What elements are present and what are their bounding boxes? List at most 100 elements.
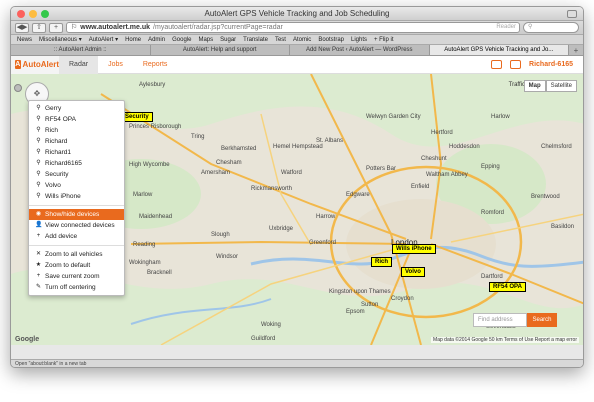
menu-item[interactable]: ⚲ Richard (29, 136, 124, 147)
vehicle-marker[interactable]: RF54 OPA (489, 282, 526, 292)
map-place-label: Reading (133, 242, 156, 248)
bookmark-item[interactable]: Sugar (220, 37, 236, 43)
bookmark-item[interactable]: AutoAlert ▾ (89, 36, 118, 43)
bookmark-item[interactable]: + Flip it (374, 37, 394, 43)
menu-item[interactable]: ⚲ RF54 OPA (29, 114, 124, 125)
map-place-label: Epping (481, 164, 500, 170)
nav-reports[interactable]: Reports (133, 56, 178, 74)
map-place-label: Chelmsford (541, 144, 572, 150)
autoalert-logo[interactable]: A AutoAlert (11, 55, 59, 74)
map-place-label: Epsom (346, 309, 365, 315)
map-place-label: Watford (281, 170, 302, 176)
search-icon: ⚲ (36, 193, 41, 199)
vehicle-marker[interactable]: Volvo (401, 267, 425, 277)
menu-divider (29, 245, 124, 246)
plus-icon: + (36, 233, 41, 239)
menu-item[interactable]: + Save current zoom (29, 271, 124, 282)
bookmarks-bar: News Miscellaneous ▾ AutoAlert ▾ Home Admin G… (11, 35, 583, 45)
map-place-label: Slough (211, 232, 230, 238)
browser-toolbar: ◀▶ ⇧ + ⚐ www.autoalert.me.uk /myautoaler… (11, 21, 583, 35)
zoom-icon[interactable] (41, 10, 49, 18)
menu-item[interactable]: ⚲ Richard1 (29, 147, 124, 158)
map-place-label: Hemel Hempstead (273, 144, 323, 150)
browser-search-field[interactable]: ⚲ (523, 22, 579, 33)
menu-item-label: Turn off centering (45, 284, 96, 291)
menu-item[interactable]: ⚲ Wills iPhone (29, 191, 124, 202)
menu-item[interactable]: ★ Zoom to default (29, 260, 124, 271)
bookmark-item[interactable]: Google (172, 37, 191, 43)
bookmark-item[interactable]: Miscellaneous ▾ (39, 36, 82, 43)
menu-item-label: Volvo (45, 182, 61, 189)
fullscreen-button[interactable] (567, 10, 577, 18)
search-icon: ⚲ (36, 182, 41, 188)
chat-icon[interactable] (491, 60, 503, 69)
bookmark-item[interactable]: Maps (198, 37, 213, 43)
bookmark-item[interactable]: News (17, 37, 32, 43)
menu-item[interactable]: ⚲ Gerry (29, 103, 124, 114)
map-place-label: Tring (191, 134, 205, 140)
menu-item-label: Wills iPhone (45, 193, 81, 200)
vehicle-marker[interactable]: Wills iPhone (392, 244, 436, 254)
menu-item-label: Security (45, 171, 69, 178)
map-place-label: Guildford (251, 336, 276, 342)
vehicle-marker[interactable]: Rich (371, 257, 393, 267)
map-place-label: Harlow (491, 114, 510, 120)
menu-item[interactable]: ⚲ Richard6165 (29, 158, 124, 169)
expand-icon: ✕ (35, 251, 42, 257)
title-bar: AutoAlert GPS Vehicle Tracking and Job S… (11, 7, 583, 21)
bookmark-item[interactable]: Admin (148, 37, 165, 43)
vehicle-marker[interactable]: Security (121, 112, 153, 122)
menu-item-label: Add device (45, 233, 78, 240)
menu-item[interactable]: ◉ Show/hide devices (29, 209, 124, 220)
close-icon[interactable] (17, 10, 25, 18)
menu-item-label: Gerry (45, 105, 62, 112)
vehicle-menu: ⚲ Gerry ⚲ RF54 OPA ⚲ Rich ⚲ Richard ⚲ Richard1 ⚲ Ri… (28, 100, 125, 296)
share-button[interactable]: ⇧ (32, 22, 46, 33)
browser-tab[interactable]: AutoAlert GPS Vehicle Tracking and Jo... (429, 45, 569, 55)
map-pin-icon[interactable] (14, 84, 22, 92)
menu-item-label: Richard6165 (45, 160, 82, 167)
browser-tab[interactable]: :: AutoAlert Admin :: (11, 45, 151, 55)
new-tab-button[interactable]: + (569, 45, 583, 55)
minimize-icon[interactable] (29, 10, 37, 18)
bookmark-item[interactable]: Bootstrap (318, 37, 344, 43)
add-button[interactable]: + (49, 22, 63, 33)
map-place-label: Kingston upon Thames (329, 289, 391, 295)
nav-radar[interactable]: Radar (59, 55, 99, 74)
browser-tab[interactable]: Add New Post ‹ AutoAlert — WordPress (290, 45, 430, 55)
bookmark-item[interactable]: Atomic (293, 37, 311, 43)
bookmark-item[interactable]: Home (125, 37, 141, 43)
map-place-label: Marlow (133, 192, 153, 198)
search-icon: ⚲ (36, 105, 41, 111)
map-attribution[interactable]: Map data ©2014 Google 50 km Terms of Use… (431, 337, 579, 343)
traffic-toggle[interactable]: Traffic (509, 82, 525, 88)
map-type-satellite[interactable]: Satellite (545, 80, 577, 92)
map-place-label: Potters Bar (366, 166, 397, 172)
nav-jobs[interactable]: Jobs (98, 56, 133, 74)
browser-tab[interactable]: AutoAlert: Help and support (151, 45, 290, 55)
bookmark-item[interactable]: Lights (351, 37, 367, 43)
menu-item[interactable]: + Add device (29, 231, 124, 242)
menu-item[interactable]: ✕ Zoom to all vehicles (29, 249, 124, 260)
map-place-label: Princes Risborough (129, 124, 182, 130)
menu-item[interactable]: ✎ Turn off centering (29, 282, 124, 293)
back-button[interactable]: ◀▶ (15, 22, 29, 33)
menu-item[interactable]: ⚲ Volvo (29, 180, 124, 191)
map-place-label: Rickmansworth (251, 186, 293, 192)
menu-item-label: Save current zoom (45, 273, 100, 280)
find-address: Find address Search (473, 313, 557, 327)
user-menu[interactable]: Richard-6165 (529, 61, 573, 68)
map-place-label: Hertford (431, 130, 453, 136)
bookmark-item[interactable]: Translate (243, 37, 268, 43)
bookmark-item[interactable]: Test (275, 37, 286, 43)
menu-item[interactable]: ⚲ Security (29, 169, 124, 180)
map-canvas[interactable]: ✥ Traffic Map Satellite London Aylesbury P… (11, 74, 583, 345)
menu-item[interactable]: ⚲ Rich (29, 125, 124, 136)
reader-button[interactable]: Reader (496, 23, 519, 32)
menu-item[interactable]: 👤 View connected devices (29, 220, 124, 231)
url-bar[interactable]: ⚐ www.autoalert.me.uk /myautoalert/radar… (66, 22, 520, 33)
map-type-map[interactable]: Map (523, 80, 546, 92)
message-icon[interactable] (510, 60, 522, 69)
find-address-input[interactable]: Find address (473, 313, 527, 327)
search-button[interactable]: Search (527, 313, 557, 327)
